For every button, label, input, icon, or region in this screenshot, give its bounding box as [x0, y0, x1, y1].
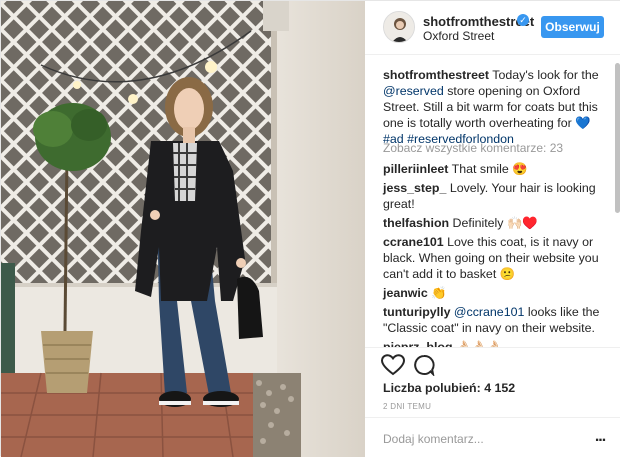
- comment-item: pilleriinleet That smile 😍: [383, 161, 613, 177]
- post-actions: [365, 347, 620, 378]
- caption-blue-heart-emoji: 💙: [575, 116, 591, 130]
- comment-item: pieprz_blog 👌🏻👌🏻👌🏻: [383, 339, 613, 347]
- more-options-icon[interactable]: ...: [591, 428, 609, 446]
- comment-mention[interactable]: @ccrane101: [454, 305, 524, 319]
- post-header: shotfromthestreet ✓ Oxford Street Obserw…: [365, 1, 620, 55]
- comment-item: ccrane101 Love this coat, is it navy or …: [383, 234, 613, 282]
- add-comment-input[interactable]: [383, 430, 583, 448]
- avatar[interactable]: [383, 11, 415, 43]
- likes-count[interactable]: Liczba polubień: 4 152: [383, 381, 515, 395]
- caption-text-1: Today's look for the: [489, 68, 599, 82]
- follow-button[interactable]: Obserwuj: [541, 16, 604, 38]
- view-all-comments-link[interactable]: Zobacz wszystkie komentarze: 23: [383, 141, 563, 155]
- comment-text: 👌🏻👌🏻👌🏻: [452, 340, 503, 347]
- comment-username[interactable]: tunturipylly: [383, 305, 450, 319]
- heart-outline-icon[interactable]: [380, 354, 406, 376]
- post-sidebar: shotfromthestreet ✓ Oxford Street Obserw…: [365, 1, 620, 457]
- comments-list: shotfromthestreet Today's look for the @…: [365, 55, 620, 347]
- comment-username[interactable]: ccrane101: [383, 235, 444, 249]
- comment-item: jeanwic 👏: [383, 285, 613, 301]
- comment-text: Definitely 🙌🏻♥️: [449, 216, 538, 230]
- comments-scrollbar[interactable]: [615, 63, 620, 213]
- post-photo[interactable]: [1, 1, 365, 457]
- comment-item: thelfashion Definitely 🙌🏻♥️: [383, 215, 613, 231]
- comment-username[interactable]: thelfashion: [383, 216, 449, 230]
- comment-item: tunturipylly @ccrane101 looks like the "…: [383, 304, 613, 336]
- comment-username[interactable]: pilleriinleet: [383, 162, 448, 176]
- comment-item: jess_step_ Lovely. Your hair is looking …: [383, 180, 613, 212]
- comment-text: That smile 😍: [448, 162, 528, 176]
- avatar-image: [384, 12, 414, 42]
- comment-bubble-icon[interactable]: [413, 354, 435, 378]
- comment-text: 👏: [427, 286, 447, 300]
- comment-username[interactable]: pieprz_blog: [383, 340, 453, 347]
- comment-username[interactable]: jeanwic: [383, 286, 428, 300]
- post-caption: shotfromthestreet Today's look for the @…: [383, 67, 615, 147]
- photo-illustration: [1, 1, 365, 457]
- post-timestamp[interactable]: 2 DNI TEMU: [383, 402, 431, 411]
- add-comment-section: ...: [365, 417, 620, 457]
- post-location[interactable]: Oxford Street: [423, 29, 494, 43]
- instagram-post: shotfromthestreet ✓ Oxford Street Obserw…: [0, 0, 620, 457]
- comment-username[interactable]: jess_step_: [383, 181, 446, 195]
- caption-mention[interactable]: @reserved: [383, 84, 444, 98]
- caption-username[interactable]: shotfromthestreet: [383, 68, 489, 82]
- verified-badge-icon: ✓: [517, 14, 529, 26]
